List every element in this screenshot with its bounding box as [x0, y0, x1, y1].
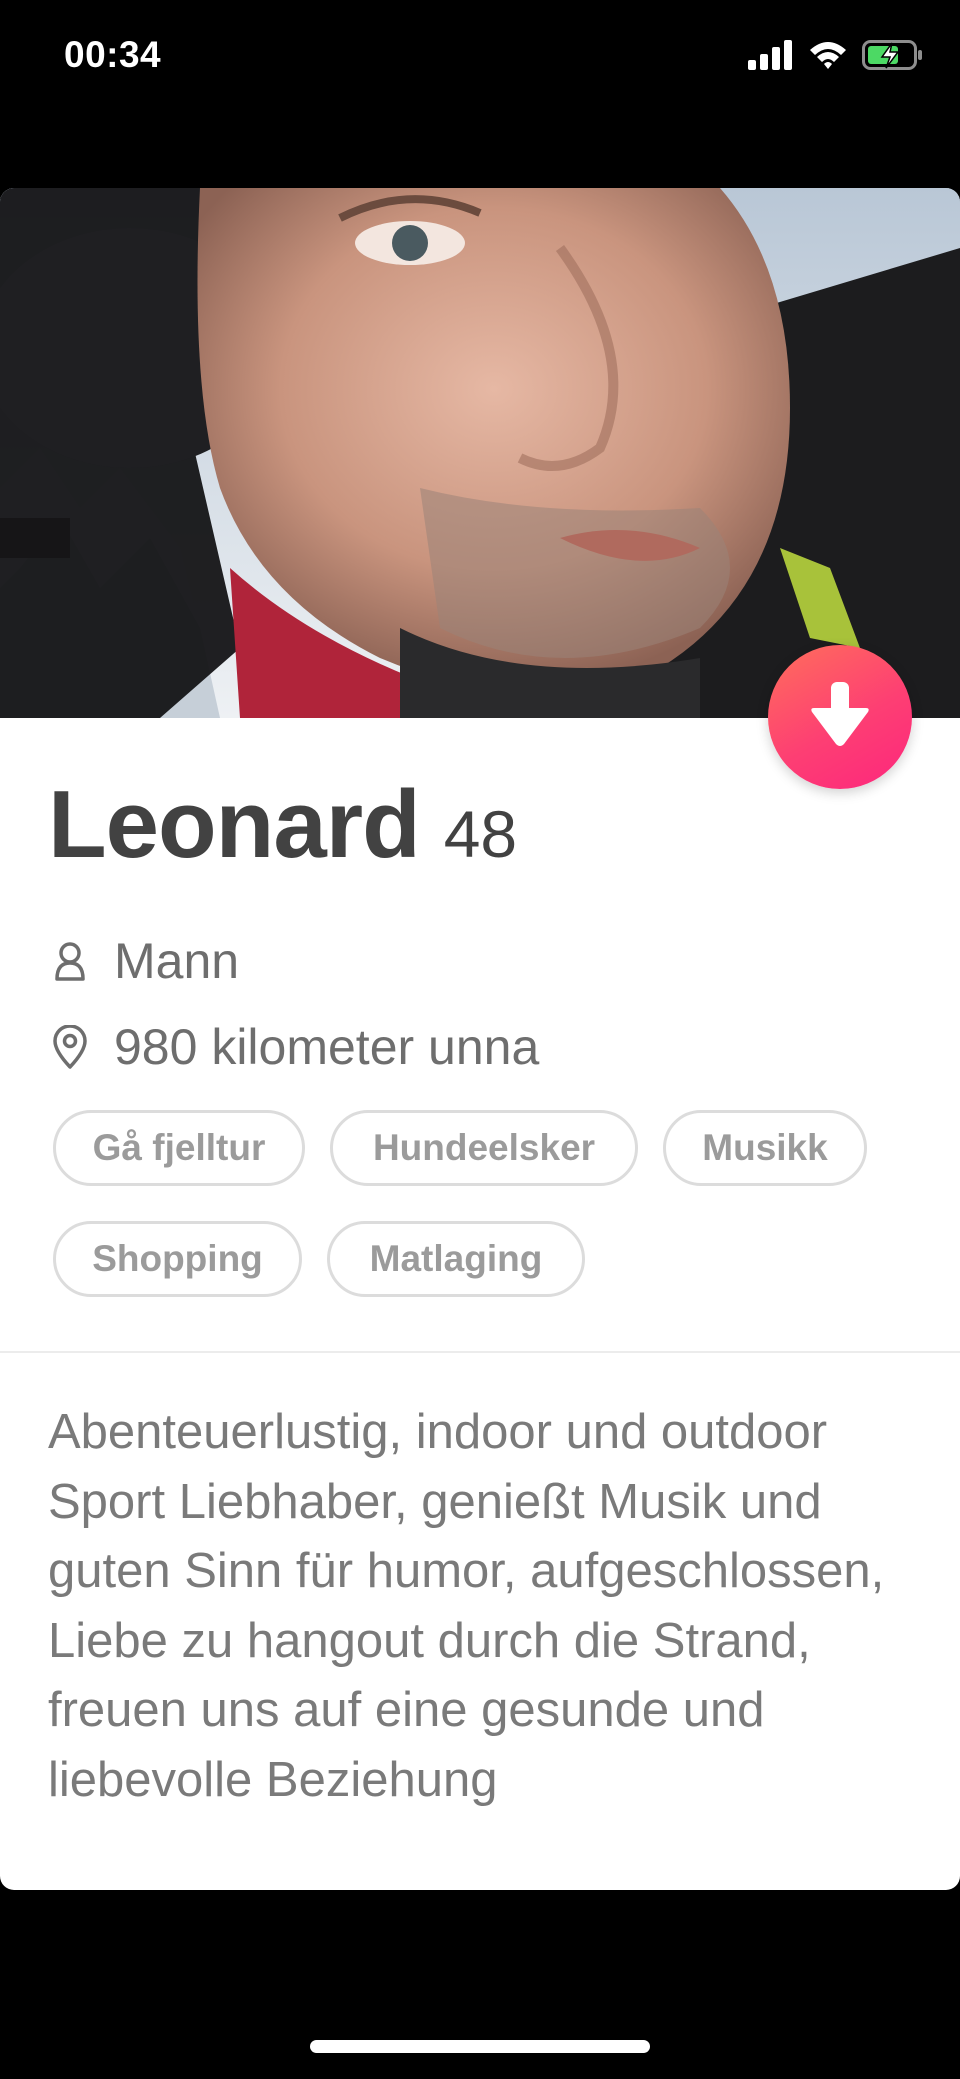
interest-chip: Musikk [663, 1110, 867, 1186]
distance-row: 980 kilometer unna [50, 1018, 539, 1076]
location-pin-icon [50, 1023, 90, 1071]
name-age-row: Leonard 48 [48, 770, 517, 880]
profile-photo[interactable] [0, 188, 960, 718]
status-time: 00:34 [64, 34, 162, 75]
status-icons [748, 40, 924, 75]
section-divider [0, 1351, 960, 1353]
distance-text: 980 kilometer unna [114, 1019, 540, 1075]
gender-row: Mann [50, 932, 239, 990]
person-icon [50, 937, 90, 985]
interest-chip: Hundeelsker [330, 1110, 638, 1186]
home-indicator[interactable] [310, 2040, 650, 2053]
gender-text: Mann [114, 933, 240, 989]
profile-name: Leonard [48, 771, 421, 878]
profile-age: 48 [443, 797, 518, 871]
collapse-profile-button[interactable] [768, 645, 912, 789]
status-bar: 00:34 [0, 0, 960, 120]
battery-charging-icon [862, 40, 924, 75]
wifi-icon [808, 40, 848, 75]
profile-card: Leonard 48 Mann 980 kilometer unna Gå fj… [0, 188, 960, 1890]
interest-chip: Gå fjelltur [53, 1110, 305, 1186]
arrow-down-icon [810, 681, 870, 753]
interest-chip: Matlaging [327, 1221, 585, 1297]
signal-icon [748, 40, 794, 75]
profile-bio: Abenteuerlustig, indoor und outdoor Spor… [48, 1405, 885, 1807]
interest-chip: Shopping [53, 1221, 302, 1297]
